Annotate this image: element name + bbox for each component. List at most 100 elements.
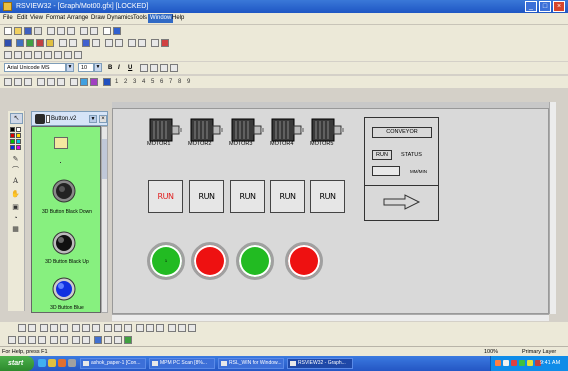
pen-icon[interactable]	[8, 336, 16, 344]
print-icon[interactable]	[34, 27, 42, 35]
event-icon[interactable]	[69, 39, 77, 47]
text-align-left-icon[interactable]	[140, 64, 148, 72]
white-swatch[interactable]	[16, 127, 21, 132]
align-top-icon[interactable]	[34, 51, 42, 59]
scrollbar-thumb[interactable]	[102, 139, 107, 179]
animation-icon[interactable]	[70, 78, 78, 86]
black-3d-button-icon[interactable]	[52, 231, 76, 255]
zoom-level-8[interactable]: 8	[178, 78, 181, 86]
bring-front-icon[interactable]	[57, 78, 65, 86]
info-icon[interactable]	[113, 27, 121, 35]
display-icon[interactable]	[4, 39, 12, 47]
blue-swatch[interactable]	[10, 145, 15, 150]
tray-status-icon[interactable]	[519, 360, 525, 366]
ie-icon[interactable]	[38, 359, 46, 367]
menu-view[interactable]: View	[30, 14, 43, 23]
green-swatch[interactable]	[10, 139, 15, 144]
polygon-icon[interactable]	[104, 324, 112, 332]
line-icon[interactable]	[136, 324, 144, 332]
taskbar-item-active[interactable]: RSVIEW32 - Graph...	[287, 358, 353, 369]
menu-help[interactable]: Help	[172, 14, 184, 23]
black-3d-button-icon[interactable]	[52, 179, 76, 203]
red-swatch[interactable]	[10, 133, 15, 138]
arc-icon[interactable]	[146, 324, 154, 332]
brush-icon[interactable]	[18, 336, 26, 344]
italic-button[interactable]: I	[118, 64, 120, 72]
desktop-icon[interactable]	[68, 359, 76, 367]
folder-quick-icon[interactable]	[48, 359, 56, 367]
pencil-icon[interactable]: ✎	[10, 155, 21, 164]
undo-icon[interactable]	[80, 27, 88, 35]
key-icon[interactable]	[151, 39, 159, 47]
right-arrow-icon[interactable]	[383, 194, 421, 210]
tag-icon[interactable]	[46, 39, 54, 47]
zoom-level-9[interactable]: 9	[187, 78, 190, 86]
grid-icon[interactable]	[16, 39, 24, 47]
space-icon[interactable]	[28, 324, 36, 332]
rect-icon[interactable]	[124, 324, 132, 332]
gauge-tool-icon[interactable]: ◔	[10, 214, 21, 223]
zoom-level-7[interactable]: 7	[169, 78, 172, 86]
run-button-motor5[interactable]: RUN	[310, 180, 345, 213]
zoom-level-2[interactable]: 2	[124, 78, 127, 86]
object-icon[interactable]	[92, 39, 100, 47]
minimize-button[interactable]: _	[525, 1, 537, 12]
window-icon[interactable]	[94, 336, 102, 344]
library-scrollbar[interactable]	[101, 126, 108, 313]
canvas-horizontal-scrollbar[interactable]	[112, 314, 549, 321]
menu-draw[interactable]: Draw	[91, 14, 105, 23]
button-tool-icon[interactable]: ▣	[10, 203, 21, 212]
align-icon[interactable]	[18, 324, 26, 332]
line-color-icon[interactable]	[90, 78, 98, 86]
image-icon[interactable]	[104, 336, 112, 344]
run-button-motor2[interactable]: RUN	[189, 180, 224, 213]
black-swatch[interactable]	[10, 127, 15, 132]
library-close-icon[interactable]: ×	[99, 115, 107, 123]
save-icon[interactable]	[24, 27, 32, 35]
conveyor-run-button[interactable]: RUN	[372, 150, 392, 160]
data-icon[interactable]	[138, 39, 146, 47]
magenta-swatch[interactable]	[16, 145, 21, 150]
ellipse-icon[interactable]	[114, 324, 122, 332]
layer-icon[interactable]	[40, 324, 48, 332]
curve-icon[interactable]: ⌒	[10, 166, 21, 175]
new-icon[interactable]	[4, 27, 12, 35]
text-align-center-icon[interactable]	[150, 64, 158, 72]
library-icon[interactable]	[82, 39, 90, 47]
symbol-icon[interactable]	[188, 324, 196, 332]
zoom-level-4[interactable]: 4	[142, 78, 145, 86]
yellow-swatch[interactable]	[16, 133, 21, 138]
tray-network-icon[interactable]	[495, 360, 501, 366]
zoom-level-6[interactable]: 6	[160, 78, 163, 86]
panel-icon[interactable]	[178, 324, 186, 332]
underline-button[interactable]: U	[128, 64, 132, 72]
report-icon[interactable]	[128, 39, 136, 47]
zoom-in-icon[interactable]	[4, 78, 12, 86]
canvas-vertical-scrollbar[interactable]	[549, 102, 556, 314]
group-icon[interactable]	[37, 78, 45, 86]
taskbar-item[interactable]: MPM PC Scan [8%...	[149, 358, 215, 369]
font-icon[interactable]	[72, 336, 80, 344]
menu-file[interactable]: File	[3, 14, 13, 23]
stop-icon[interactable]	[161, 39, 169, 47]
close-button[interactable]: ×	[553, 1, 565, 12]
table-icon[interactable]	[105, 39, 113, 47]
paste-icon[interactable]	[67, 27, 75, 35]
blue-3d-button-icon[interactable]	[52, 277, 76, 301]
menu-edit[interactable]: Edit	[17, 14, 27, 23]
list-icon[interactable]	[115, 39, 123, 47]
text-tool-icon[interactable]: A	[10, 177, 21, 186]
font-select[interactable]: Arial Unicode MS	[4, 63, 66, 72]
trend-icon[interactable]	[59, 39, 67, 47]
menu-window[interactable]: Window	[148, 14, 174, 23]
menu-arrange[interactable]: Arrange	[67, 14, 88, 23]
zoom-level-5[interactable]: 5	[151, 78, 154, 86]
tray-volume-icon[interactable]	[503, 360, 509, 366]
grid-toggle-icon[interactable]	[92, 324, 100, 332]
rotate-icon[interactable]	[64, 51, 72, 59]
menu-tools[interactable]: Tools	[133, 14, 147, 23]
tray-app-icon[interactable]	[527, 360, 533, 366]
menu-format[interactable]: Format	[46, 14, 65, 23]
selected-zoom-icon[interactable]	[103, 78, 111, 86]
wedge-icon[interactable]	[156, 324, 164, 332]
